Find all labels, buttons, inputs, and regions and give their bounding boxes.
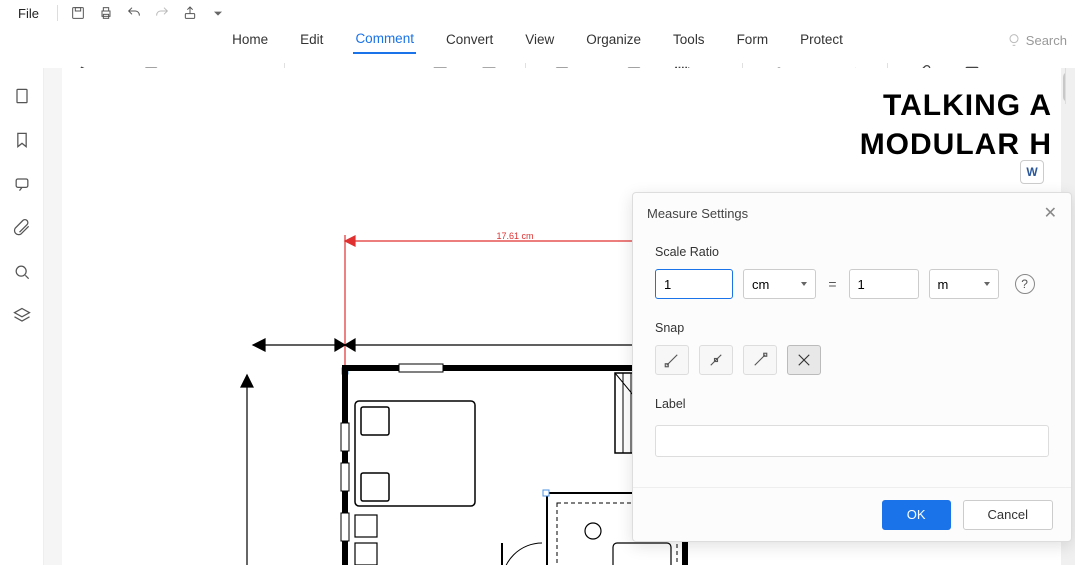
chevron-down-icon — [984, 282, 990, 286]
quick-access-toolbar: File — [0, 0, 1075, 26]
heading-line2: MODULAR H — [860, 125, 1052, 164]
menu-protect[interactable]: Protect — [798, 28, 845, 53]
equals-sign: = — [826, 276, 838, 292]
close-icon[interactable]: ✕ — [1044, 203, 1057, 223]
separator — [57, 5, 58, 21]
comments-panel-icon[interactable] — [12, 174, 32, 194]
save-icon[interactable] — [66, 1, 90, 25]
thumbnails-icon[interactable] — [12, 86, 32, 106]
dialog-header: Measure Settings ✕ — [633, 193, 1071, 233]
undo-icon[interactable] — [122, 1, 146, 25]
measure-annotation: 17.61 cm — [496, 231, 533, 241]
file-menu[interactable]: File — [8, 6, 49, 21]
search-group[interactable]: Search — [1006, 32, 1067, 48]
scale-right-unit-select[interactable]: m — [929, 269, 999, 299]
menu-home[interactable]: Home — [230, 28, 270, 53]
scale-left-input[interactable] — [655, 269, 733, 299]
more-icon[interactable] — [206, 1, 230, 25]
scale-ratio-label: Scale Ratio — [655, 245, 1049, 259]
scale-ratio-row: cm = m ? — [655, 269, 1049, 299]
word-export-icon[interactable]: W — [1020, 160, 1044, 184]
print-icon[interactable] — [94, 1, 118, 25]
right-panel-toggle[interactable] — [1065, 68, 1075, 104]
snap-label: Snap — [655, 321, 1049, 335]
share-icon[interactable] — [178, 1, 202, 25]
attachments-panel-icon[interactable] — [12, 218, 32, 238]
snap-midpoint-button[interactable] — [699, 345, 733, 375]
menu-tools[interactable]: Tools — [671, 28, 707, 53]
measure-settings-dialog: Measure Settings ✕ Scale Ratio cm = m ? … — [632, 192, 1072, 542]
help-icon[interactable]: ? — [1015, 274, 1035, 294]
left-sidebar — [0, 68, 44, 565]
dialog-footer: OK Cancel — [633, 487, 1071, 541]
menu-form[interactable]: Form — [735, 28, 771, 53]
scale-left-unit-select[interactable]: cm — [743, 269, 816, 299]
snap-path-button[interactable] — [743, 345, 777, 375]
main-menubar: Home Edit Comment Convert View Organize … — [0, 26, 1075, 54]
menu-convert[interactable]: Convert — [444, 28, 495, 53]
layers-icon[interactable] — [12, 306, 32, 326]
cancel-button[interactable]: Cancel — [963, 500, 1053, 530]
chevron-down-icon — [801, 282, 807, 286]
bookmarks-icon[interactable] — [12, 130, 32, 150]
menu-view[interactable]: View — [523, 28, 556, 53]
lightbulb-icon — [1006, 32, 1022, 48]
menu-comment[interactable]: Comment — [353, 27, 416, 54]
ok-button[interactable]: OK — [882, 500, 951, 530]
document-heading: TALKING A MODULAR H — [860, 86, 1052, 164]
scale-left-unit: cm — [752, 277, 769, 292]
snap-row — [655, 345, 1049, 375]
redo-icon[interactable] — [150, 1, 174, 25]
label-input[interactable] — [655, 425, 1049, 457]
dialog-title: Measure Settings — [647, 206, 748, 221]
snap-intersection-button[interactable] — [787, 345, 821, 375]
scale-right-input[interactable] — [849, 269, 919, 299]
scale-right-unit: m — [938, 277, 949, 292]
search-placeholder: Search — [1026, 33, 1067, 48]
menu-edit[interactable]: Edit — [298, 28, 325, 53]
heading-line1: TALKING A — [860, 86, 1052, 125]
label-field-label: Label — [655, 397, 1049, 411]
menu-organize[interactable]: Organize — [584, 28, 643, 53]
search-panel-icon[interactable] — [12, 262, 32, 282]
snap-endpoint-button[interactable] — [655, 345, 689, 375]
